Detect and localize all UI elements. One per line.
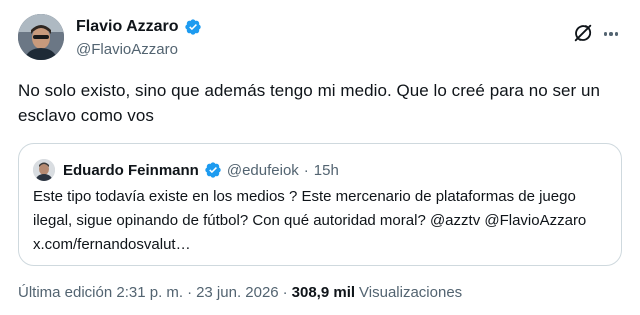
author-handle[interactable]: @FlavioAzzaro [76, 41, 178, 58]
tweet-meta: Última edición 2:31 p. m. · 23 jun. 2026… [18, 284, 462, 301]
views-label: Visualizaciones [359, 284, 463, 301]
quoted-author-avatar[interactable] [33, 159, 55, 181]
grok-icon[interactable] [572, 22, 594, 44]
quoted-author-name[interactable]: Eduardo Feinmann [63, 162, 199, 179]
tweet-header: Flavio Azzaro @FlavioAzzaro [18, 14, 622, 62]
meta-separator: · [187, 284, 193, 301]
tweet-date[interactable]: 23 jun. 2026 [196, 284, 279, 301]
quoted-tweet-text: Este tipo todavía existe en los medios ?… [33, 188, 587, 253]
edited-timestamp[interactable]: Última edición 2:31 p. m. [18, 284, 183, 301]
views-count: 308,9 mil [291, 284, 356, 301]
more-options-icon[interactable] [600, 24, 622, 44]
author-avatar[interactable] [18, 14, 64, 60]
quoted-author-handle[interactable]: @edufeiok [227, 162, 299, 179]
verified-badge-icon[interactable] [184, 18, 202, 36]
meta-separator: · [282, 284, 288, 301]
quoted-separator: · [303, 161, 309, 179]
quoted-timestamp[interactable]: 15h [314, 162, 339, 179]
author-display-name[interactable]: Flavio Azzaro [76, 18, 179, 36]
quoted-verified-badge-icon[interactable] [204, 161, 222, 179]
tweet-text: No solo existo, sino que además tengo mi… [18, 81, 601, 125]
quoted-tweet[interactable]: Eduardo Feinmann @edufeiok · 15h Este ti… [18, 143, 622, 266]
